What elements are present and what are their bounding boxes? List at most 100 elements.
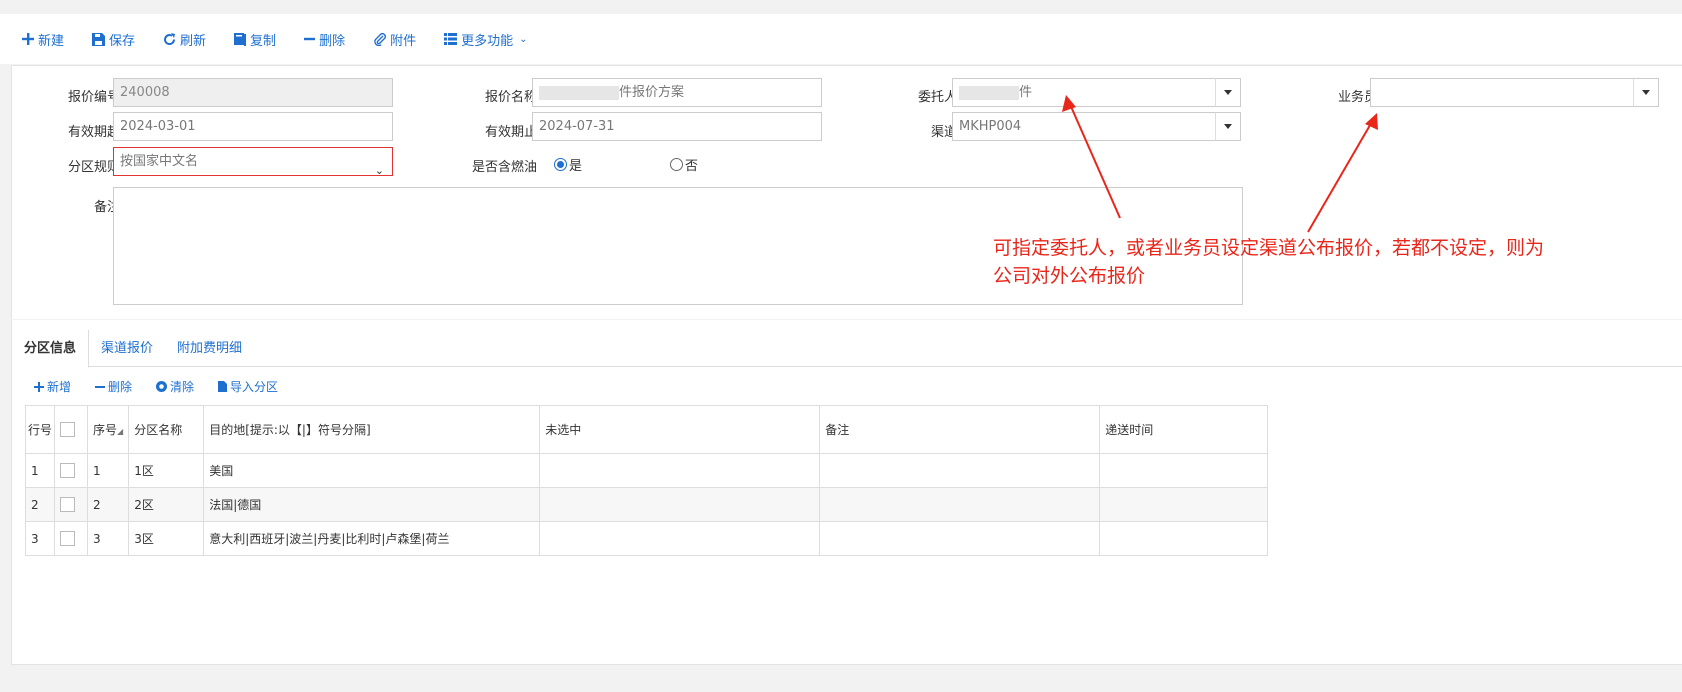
more-functions-button[interactable]: 更多功能 ⌄ xyxy=(444,30,528,49)
cell-seq: 2 xyxy=(87,487,130,522)
consignor-label: 委托人 xyxy=(917,90,957,105)
new-button[interactable]: 新建 xyxy=(22,30,64,49)
channel-dropdown-button[interactable] xyxy=(1215,112,1241,141)
quote-no-field[interactable]: 240008 xyxy=(113,78,393,107)
cell-checkbox[interactable] xyxy=(54,453,89,488)
col-seq[interactable]: 序号◢ xyxy=(87,405,130,454)
table-row[interactable]: 3 3 3区 意大利|西班牙|波兰|丹麦|比利时|卢森堡|荷兰 xyxy=(24,521,1269,556)
zone-rule-select[interactable]: 按国家中文名 ⌄ xyxy=(113,147,393,176)
table-row[interactable]: 1 1 1区 美国 xyxy=(24,453,1269,488)
cell-delivery-time[interactable] xyxy=(1099,487,1269,522)
cell-unselected[interactable] xyxy=(539,521,821,556)
quote-name-field[interactable]: 件报价方案 xyxy=(532,78,822,107)
col-row-no: 行号 xyxy=(24,405,56,454)
cell-delivery-time[interactable] xyxy=(1099,521,1269,556)
cell-zone-name[interactable]: 3区 xyxy=(128,521,205,556)
redacted-text xyxy=(539,85,619,100)
cell-unselected[interactable] xyxy=(539,453,821,488)
fuel-yes-radio[interactable]: 是 xyxy=(554,155,582,174)
cell-checkbox[interactable] xyxy=(54,521,89,556)
valid-to-field[interactable]: 2024-07-31 xyxy=(532,112,822,141)
consignor-field[interactable]: 件 xyxy=(952,78,1217,107)
import-zones-button[interactable]: 导入分区 xyxy=(218,378,278,395)
cell-remark[interactable] xyxy=(819,487,1101,522)
grid-toolbar: 新增 删除 清除 导入分区 xyxy=(34,378,302,395)
cell-unselected[interactable] xyxy=(539,487,821,522)
table-row[interactable]: 2 2 2区 法国|德国 xyxy=(24,487,1269,522)
cell-delivery-time[interactable] xyxy=(1099,453,1269,488)
col-zone-name: 分区名称 xyxy=(128,405,205,454)
salesman-dropdown-button[interactable] xyxy=(1633,78,1659,107)
add-row-button[interactable]: 新增 xyxy=(34,378,71,395)
clear-button[interactable]: 清除 xyxy=(156,378,194,395)
cell-checkbox[interactable] xyxy=(54,487,89,522)
list-icon xyxy=(444,33,458,45)
radio-unchecked-icon xyxy=(670,158,683,171)
annotation-line-1: 可指定委托人，或者业务员设定渠道公布报价，若都不设定，则为 xyxy=(993,237,1545,259)
delete-button[interactable]: 删除 xyxy=(304,30,345,49)
tab-zone-info[interactable]: 分区信息 xyxy=(12,330,90,368)
cell-destination[interactable]: 意大利|西班牙|波兰|丹麦|比利时|卢森堡|荷兰 xyxy=(203,521,541,556)
quote-name-label: 报价名称 xyxy=(484,90,537,105)
col-seq-label: 序号 xyxy=(93,423,118,437)
paperclip-icon xyxy=(374,32,387,46)
copy-button-label: 复制 xyxy=(250,33,277,49)
salesman-label: 业务员 xyxy=(1337,90,1377,105)
import-zones-label: 导入分区 xyxy=(230,380,279,394)
caret-down-icon xyxy=(1224,124,1232,129)
fuel-no-radio[interactable]: 否 xyxy=(670,155,698,174)
tab-bar: 分区信息 渠道报价 附加费明细 xyxy=(12,330,1682,368)
salesman-field[interactable] xyxy=(1370,78,1635,107)
save-button-label: 保存 xyxy=(109,33,136,49)
grid-header-row: 行号 序号◢ 分区名称 目的地[提示:以【|】符号分隔] 未选中 备注 递送时间 xyxy=(24,405,1269,454)
delete-button-label: 删除 xyxy=(319,33,346,49)
row-checkbox[interactable] xyxy=(60,497,76,512)
chevron-down-icon: ⌄ xyxy=(374,164,384,176)
select-all-checkbox[interactable] xyxy=(60,422,76,437)
col-select-all[interactable] xyxy=(54,405,89,454)
refresh-button[interactable]: 刷新 xyxy=(163,30,206,49)
refresh-icon xyxy=(164,32,176,45)
tab-surcharge-detail[interactable]: 附加费明细 xyxy=(165,330,254,367)
sort-icon: ◢ xyxy=(117,427,124,436)
channel-field[interactable]: MKHP004 xyxy=(952,112,1217,141)
delete-row-button[interactable]: 删除 xyxy=(95,378,132,395)
minus-icon xyxy=(95,385,106,388)
cell-remark[interactable] xyxy=(819,453,1101,488)
cell-zone-name[interactable]: 1区 xyxy=(128,453,205,488)
save-icon xyxy=(92,32,106,46)
cell-destination[interactable]: 法国|德国 xyxy=(203,487,541,522)
cell-row-no: 2 xyxy=(24,487,56,522)
col-delivery-time: 递送时间 xyxy=(1099,405,1269,454)
main-toolbar: 新建 保存 刷新 复制 删除 附件 更多功能 ⌄ xyxy=(0,14,1682,64)
cell-zone-name[interactable]: 2区 xyxy=(128,487,205,522)
copy-icon xyxy=(234,32,247,46)
file-icon xyxy=(218,381,228,392)
attachment-button[interactable]: 附件 xyxy=(373,30,416,49)
refresh-button-label: 刷新 xyxy=(180,33,207,49)
annotation-note: 可指定委托人，或者业务员设定渠道公布报价，若都不设定，则为 公司对外公布报价 xyxy=(993,234,1613,290)
copy-button[interactable]: 复制 xyxy=(234,30,276,49)
row-checkbox[interactable] xyxy=(60,463,76,478)
row-checkbox[interactable] xyxy=(60,531,76,546)
fuel-no-label: 否 xyxy=(685,159,699,174)
cell-remark[interactable] xyxy=(819,521,1101,556)
valid-from-field[interactable]: 2024-03-01 xyxy=(113,112,393,141)
add-row-label: 新增 xyxy=(47,380,72,394)
valid-from-label: 有效期起 xyxy=(67,125,120,140)
save-button[interactable]: 保存 xyxy=(92,30,135,49)
attachment-button-label: 附件 xyxy=(390,33,417,49)
chevron-down-icon: ⌄ xyxy=(519,33,528,45)
consignor-value: 件 xyxy=(1019,85,1033,100)
quote-no-label: 报价编号 xyxy=(67,90,120,105)
caret-down-icon xyxy=(1224,90,1232,95)
radio-checked-icon xyxy=(554,158,567,171)
zone-rule-label: 分区规则 xyxy=(67,160,120,175)
clear-label: 清除 xyxy=(170,380,195,394)
cell-row-no: 3 xyxy=(24,521,56,556)
cell-destination[interactable]: 美国 xyxy=(203,453,541,488)
zone-rule-value: 按国家中文名 xyxy=(120,154,199,169)
redacted-text xyxy=(959,85,1019,100)
tab-channel-quote[interactable]: 渠道报价 xyxy=(89,330,165,367)
consignor-dropdown-button[interactable] xyxy=(1215,78,1241,107)
